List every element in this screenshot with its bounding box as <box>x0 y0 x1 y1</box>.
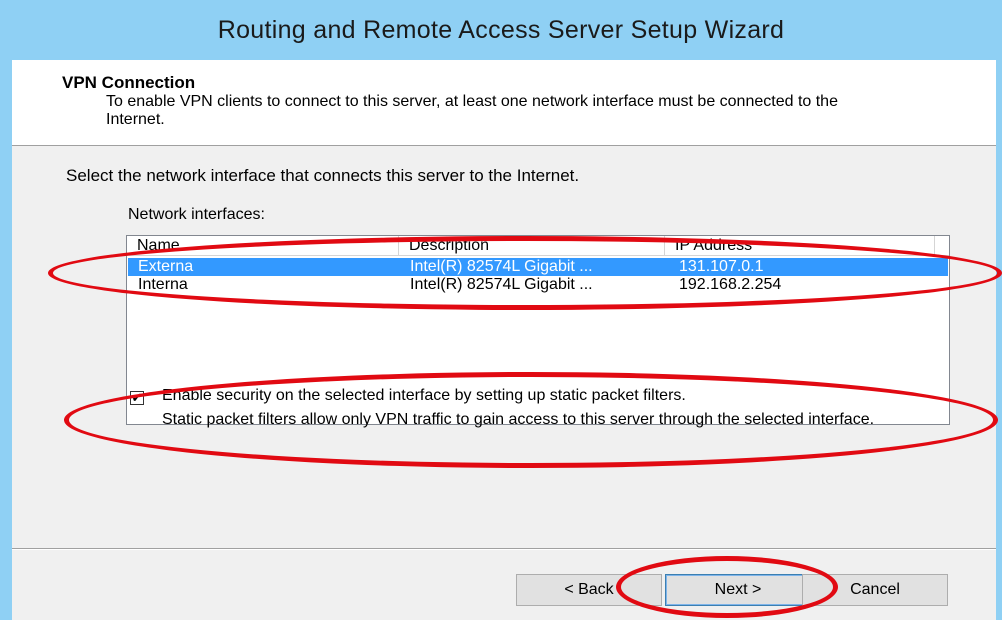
title-bar: Routing and Remote Access Server Setup W… <box>0 0 1002 60</box>
footer-divider-highlight <box>12 549 996 550</box>
row-description: Intel(R) 82574L Gigabit ... <box>410 276 593 293</box>
window-title: Routing and Remote Access Server Setup W… <box>217 16 785 44</box>
next-button[interactable]: Next > <box>665 574 811 606</box>
row-description: Intel(R) 82574L Gigabit ... <box>410 258 593 275</box>
list-header: Name Description IP Address <box>127 236 949 256</box>
row-name: Interna <box>138 276 188 293</box>
wizard-header: VPN Connection To enable VPN clients to … <box>12 60 996 146</box>
cancel-button[interactable]: Cancel <box>802 574 948 606</box>
window-right-border <box>996 0 1002 620</box>
column-header-description[interactable]: Description <box>399 236 665 256</box>
row-ip-address: 192.168.2.254 <box>679 276 782 293</box>
instruction-text: Select the network interface that connec… <box>66 166 580 185</box>
row-name: Externa <box>138 258 194 275</box>
wizard-content: Select the network interface that connec… <box>12 147 996 547</box>
row-ip-address: 131.107.0.1 <box>679 258 764 275</box>
list-item-external[interactable]: Externa Intel(R) 82574L Gigabit ... 131.… <box>128 258 948 276</box>
column-header-ip-address[interactable]: IP Address <box>665 236 935 256</box>
window-left-border <box>0 0 12 620</box>
network-interfaces-label: Network interfaces: <box>128 206 265 223</box>
enable-security-label[interactable]: Enable security on the selected interfac… <box>162 387 686 405</box>
column-header-name[interactable]: Name <box>127 236 399 256</box>
list-item-internal[interactable]: Interna Intel(R) 82574L Gigabit ... 192.… <box>128 276 948 294</box>
enable-security-checkbox[interactable]: ✔ <box>130 391 144 405</box>
back-button[interactable]: < Back <box>516 574 662 606</box>
page-description: To enable VPN clients to connect to this… <box>106 93 838 128</box>
page-title: VPN Connection <box>62 73 196 92</box>
static-filters-description: Static packet filters allow only VPN tra… <box>162 411 875 428</box>
wizard-window: Routing and Remote Access Server Setup W… <box>0 0 1002 620</box>
